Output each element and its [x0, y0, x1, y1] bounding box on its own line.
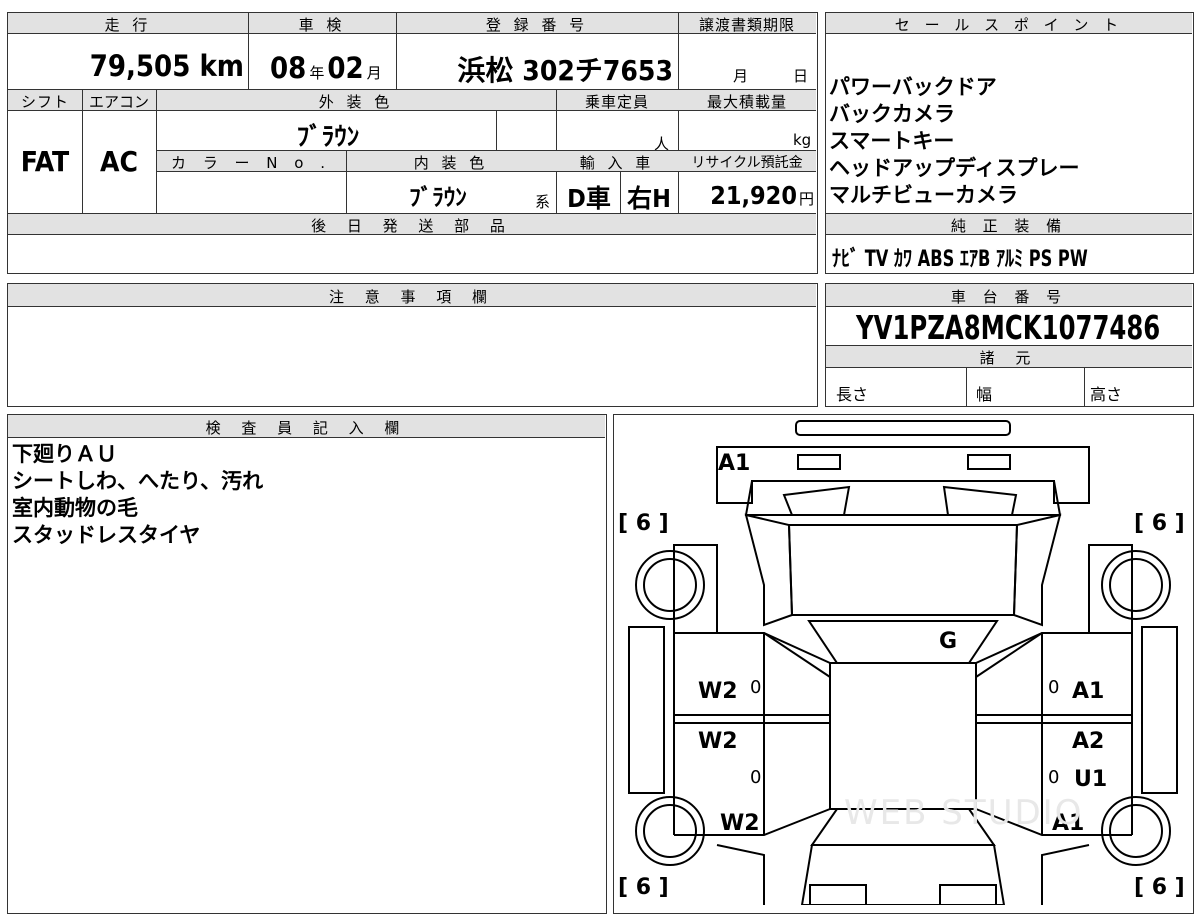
transfer-deadline-label: 譲渡書類期限	[698, 16, 795, 34]
sales-points-panel: セ ー ル ス ポ イ ン ト パワーバックドア バックカメラ スマートキー ヘ…	[825, 12, 1194, 274]
tire-rear-right-tread: [ 6 ]	[1134, 875, 1185, 900]
exterior-color-label: 外 装 色	[318, 93, 394, 111]
height-label: 高さ	[1090, 385, 1123, 404]
interior-color-value: ﾌﾞﾗｳﾝ	[409, 185, 467, 211]
notes-panel: 注 意 事 項 欄	[7, 283, 818, 407]
recycle-fee-value: 21,920 円	[710, 181, 814, 210]
left-rear-fender-damage: W2	[720, 811, 760, 836]
deadline-month: 月	[733, 67, 749, 85]
sales-point-item: ヘッドアップディスプレー	[829, 156, 1080, 180]
left-front-door-damage: W2	[698, 679, 738, 704]
recycle-label: リサイクル預託金	[691, 155, 803, 171]
registration-label: 登 録 番 号	[485, 16, 589, 34]
exterior-color-value: ﾌﾞﾗｳﾝ	[296, 122, 360, 151]
interior-color-label: 内 装 色	[413, 154, 489, 172]
inspection-label: 車 検	[298, 16, 346, 34]
tire-rear-left-tread: [ 6 ]	[618, 875, 669, 900]
steering-value: 右H	[627, 184, 671, 213]
inspector-notes-panel: 検 査 員 記 入 欄 下廻りＡＵ シートしわ、へたり、汚れ 室内動物の毛 スタ…	[7, 414, 607, 914]
mileage-value: 79,505 km	[89, 49, 244, 83]
sales-points-label: セ ー ル ス ポ イ ン ト	[894, 16, 1124, 34]
front-bumper-damage: A1	[718, 451, 751, 476]
import-label: 輸 入 車	[579, 154, 655, 172]
length-label: 長さ	[836, 385, 869, 404]
inspection-value: 08 年 02 月	[270, 51, 382, 85]
inspector-notes-list: 下廻りＡＵ シートしわ、へたり、汚れ 室内動物の毛 スタッドレスタイヤ	[12, 441, 263, 549]
registration-number: 浜松 302チ7653	[457, 54, 673, 87]
vehicle-info-table: 走 行 車 検 登 録 番 号 譲渡書類期限 79,505 km 08 年 02 月 …	[7, 12, 818, 274]
inspector-note-item: 室内動物の毛	[12, 496, 138, 520]
max-load-label: 最大積載量	[706, 93, 787, 111]
genuine-equipment-label: 純 正 装 備	[950, 217, 1068, 235]
inspector-notes-label: 検 査 員 記 入 欄	[205, 419, 408, 437]
notes-label: 注 意 事 項 欄	[328, 288, 496, 306]
shift-value: FAT	[20, 145, 70, 178]
left-rear-door-mark: 0	[750, 767, 762, 788]
left-rear-door-damage: W2	[698, 729, 738, 754]
inspector-note-item: 下廻りＡＵ	[12, 442, 117, 466]
right-front-door-damage: A1	[1072, 679, 1105, 704]
chassis-number-label: 車 台 番 号	[950, 288, 1068, 306]
inspector-note-item: スタッドレスタイヤ	[12, 523, 201, 547]
specs-label: 諸 元	[979, 349, 1039, 367]
chassis-panel: 車 台 番 号 YV1PZA8MCK1077486 諸 元 長さ 幅 高さ	[825, 283, 1194, 407]
sales-point-item: マルチビューカメラ	[829, 183, 1018, 207]
sales-points-list: パワーバックドア バックカメラ スマートキー ヘッドアップディスプレー マルチビ…	[829, 74, 1080, 209]
genuine-equipment-value: ﾅﾋﾞ TV ｶﾜ ABS ｴｱB ｱﾙﾐ PS PW	[832, 247, 1088, 272]
sales-point-item: パワーバックドア	[829, 75, 997, 99]
import-type-value: D車	[567, 184, 611, 213]
sales-point-item: バックカメラ	[829, 102, 955, 126]
windshield-damage: G	[939, 629, 958, 654]
color-no-label: カ ラ ー N o .	[170, 154, 331, 172]
left-front-door-mark: 0	[750, 677, 762, 698]
aircon-label: エアコン	[88, 93, 149, 111]
right-rear-door-damage-1: A2	[1072, 729, 1105, 754]
deadline-day: 日	[793, 67, 809, 85]
right-rear-door-damage-2: U1	[1074, 767, 1108, 792]
inspector-note-item: シートしわ、へたり、汚れ	[12, 469, 264, 493]
mileage-label: 走 行	[104, 16, 152, 34]
right-rear-door-mark: 0	[1048, 767, 1060, 788]
aircon-value: AC	[100, 145, 138, 178]
interior-suffix: 系	[535, 193, 551, 211]
width-label: 幅	[976, 385, 993, 404]
tire-front-right-tread: [ 6 ]	[1134, 511, 1185, 536]
car-damage-diagram: A1 [ 6 ] [ 6 ] [ 6 ] [ 6 ] G W2 0 W2 0 W…	[613, 414, 1194, 914]
shift-label: シフト	[20, 93, 69, 111]
watermark: WEB STUDIO	[844, 793, 1084, 833]
tire-front-left-tread: [ 6 ]	[618, 511, 669, 536]
right-front-door-mark: 0	[1048, 677, 1060, 698]
max-load-unit: kg	[793, 131, 812, 149]
capacity-label: 乗車定員	[584, 93, 649, 111]
chassis-number-value: YV1PZA8MCK1077486	[856, 308, 1161, 347]
later-parts-label: 後 日 発 送 部 品	[311, 217, 513, 235]
sales-point-item: スマートキー	[829, 129, 955, 153]
